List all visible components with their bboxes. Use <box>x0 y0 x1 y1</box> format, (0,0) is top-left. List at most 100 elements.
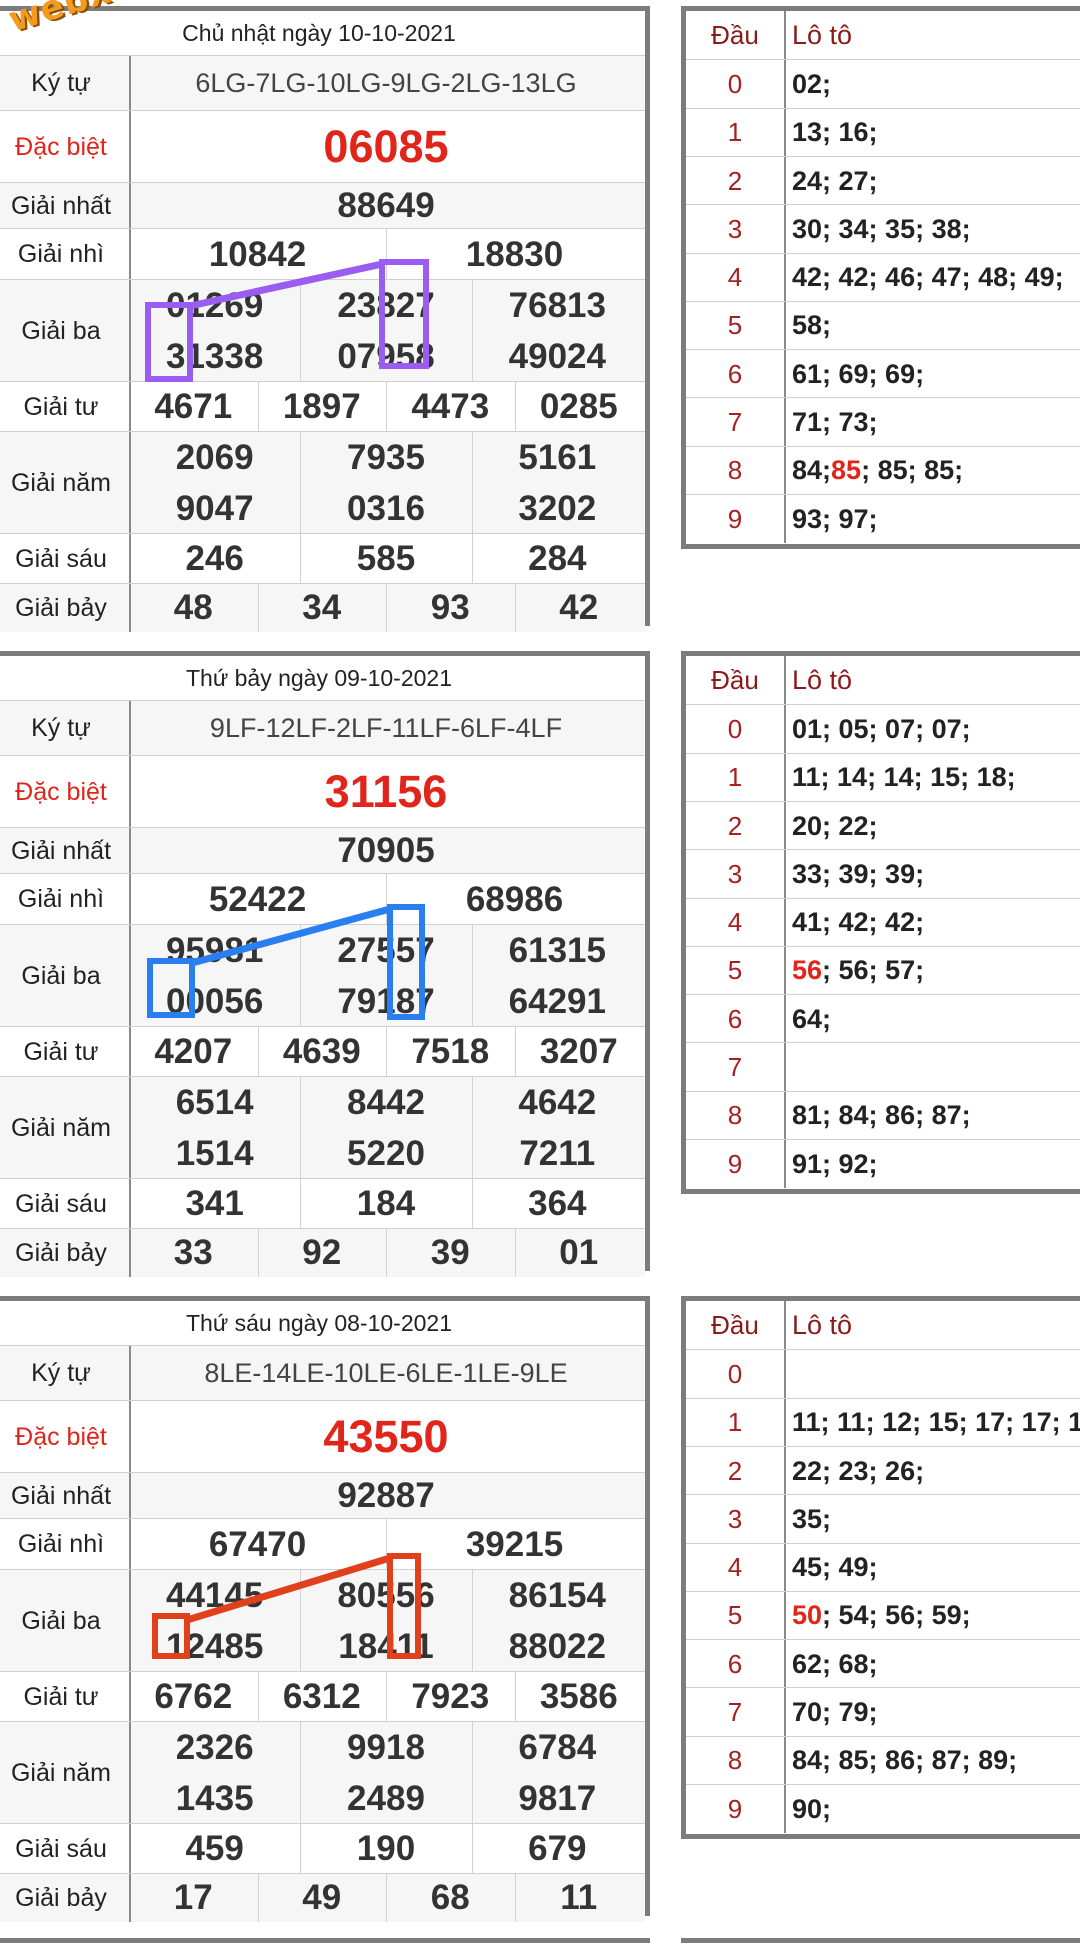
cell-divider <box>471 925 473 976</box>
prize-g6-number: 184 <box>356 1184 416 1223</box>
loto-values-post: 42; 42; 46; 47; 48; 49; <box>792 262 1064 293</box>
loto-values-post: 02; <box>792 68 832 99</box>
prize-row-g4: Giải tư 6762 6312 7923 3586 <box>0 1671 645 1722</box>
loto-header-row: Đầu Lô tô <box>686 1301 1080 1350</box>
loto-values: 01; 05; 07; 07; <box>792 705 1080 753</box>
prize-g3-number: 31338 <box>166 336 264 376</box>
loto-row: 8 81; 84; 86; 87; <box>686 1090 1080 1140</box>
prize-values-g5: 2326 9918 6784 1435 2489 9817 <box>129 1722 645 1824</box>
prize-values-kytu: 9LF-12LF-2LF-11LF-6LF-4LF <box>129 701 645 756</box>
loto-head-digit: 1 <box>686 108 786 157</box>
prize-g5-number: 2069 <box>175 437 254 477</box>
loto-head-digit: 6 <box>686 995 786 1044</box>
prize-g3-line: 12485 18411 88022 <box>129 1621 645 1672</box>
prize-g5-number: 1435 <box>175 1778 254 1818</box>
prize-g2-number: 10842 <box>208 234 307 274</box>
prize-g5-number: 7935 <box>347 437 425 477</box>
prize-g3-number: 27557 <box>337 930 435 970</box>
prize-g5-line: 6514 8442 4642 <box>129 1077 645 1128</box>
prize-values-g4: 6762 6312 7923 3586 <box>129 1672 645 1722</box>
prize-g4-number: 7518 <box>411 1032 490 1071</box>
prize-label-g1: Giải nhất <box>0 183 131 229</box>
prize-g5-number: 2326 <box>175 1727 254 1767</box>
cell-divider <box>300 1179 302 1229</box>
prize-g6-number: 364 <box>528 1184 587 1223</box>
prize-g7-number: 17 <box>173 1878 213 1917</box>
loto-values-post: ; 56; 57; <box>822 955 925 986</box>
prize-label-g4: Giải tư <box>0 1672 131 1722</box>
cell-divider <box>300 1722 302 1773</box>
prize-values-g4: 4671 1897 4473 0285 <box>129 382 645 432</box>
prize-g4-number: 6762 <box>154 1677 233 1716</box>
prize-g3-line: 01269 23827 76813 <box>129 280 645 331</box>
cell-divider <box>471 432 473 483</box>
prize-g3-number: 79187 <box>337 981 435 1021</box>
prize-g4-number: 3207 <box>539 1032 618 1071</box>
prize-row-g6: Giải sáu 246 585 284 <box>0 533 645 584</box>
prize-g6-number: 459 <box>185 1829 244 1868</box>
prize-values-g1: 88649 <box>129 183 645 229</box>
loto-header-row: Đầu Lô tô <box>686 11 1080 60</box>
cell-divider <box>514 584 516 632</box>
prize-label-g7: Giải bảy <box>0 584 131 632</box>
loto-header-row: Đầu Lô tô <box>686 656 1080 705</box>
prize-row-db: Đặc biệt 31156 <box>0 755 645 828</box>
prize-g3-line: 31338 07958 49024 <box>129 331 645 382</box>
prize-values-g6: 459 190 679 <box>129 1824 645 1874</box>
loto-values: 30; 34; 35; 38; <box>792 205 1080 253</box>
prize-label-g6: Giải sáu <box>0 1824 131 1874</box>
prize-g7-number: 48 <box>173 588 213 627</box>
prize-g3-number: 61315 <box>508 930 606 970</box>
prize-row-g4: Giải tư 4207 4639 7518 3207 <box>0 1026 645 1077</box>
loto-values-post: ; 85; 85; <box>861 455 964 486</box>
cell-divider <box>300 925 302 976</box>
prize-g4-line: 4671 1897 4473 0285 <box>129 382 645 432</box>
result-block-1: Thứ bảy ngày 09-10-2021 Ký tự 9LF-12LF-2LF… <box>0 645 1080 1277</box>
prize-g3-number: 23827 <box>337 285 435 325</box>
loto-values: 13; 16; <box>792 109 1080 157</box>
prize-g5-number: 5220 <box>347 1133 425 1173</box>
result-table: Chủ nhật ngày 10-10-2021 Ký tự 6LG-7LG-10L… <box>0 6 650 632</box>
prize-g6-number: 190 <box>356 1829 416 1868</box>
prize-g4-line: 6762 6312 7923 3586 <box>129 1672 645 1722</box>
prize-g3-line: 95981 27557 61315 <box>129 925 645 976</box>
loto-row: 2 20; 22; <box>686 800 1080 851</box>
cell-divider <box>300 1824 302 1874</box>
prize-g4-line: 4207 4639 7518 3207 <box>129 1027 645 1077</box>
prize-g2-line: 67470 39215 <box>129 1519 645 1570</box>
prize-g5-number: 2489 <box>347 1778 425 1818</box>
cell-divider <box>257 1027 259 1077</box>
cell-divider <box>300 534 302 584</box>
prize-g2-number: 67470 <box>208 1524 307 1564</box>
prize-values-g7: 48 34 93 42 <box>129 584 645 632</box>
prize-row-g2: Giải nhì 10842 18830 <box>0 228 645 280</box>
cell-divider <box>471 1570 473 1621</box>
loto-values: 71; 73; <box>792 398 1080 446</box>
prize-row-db: Đặc biệt 43550 <box>0 1400 645 1473</box>
loto-head-digit: 3 <box>686 205 786 254</box>
prize-label-g2: Giải nhì <box>0 1519 131 1570</box>
first-prize-number: 88649 <box>337 186 435 225</box>
loto-values: 24; 27; <box>792 157 1080 205</box>
loto-head-digit: 1 <box>686 753 786 802</box>
prize-g3-number: 80556 <box>337 1575 435 1615</box>
loto-values: 58; <box>792 302 1080 350</box>
result-block-0: Chủ nhật ngày 10-10-2021 Ký tự 6LG-7LG-10L… <box>0 0 1080 632</box>
prize-g5-line: 1514 5220 7211 <box>129 1128 645 1179</box>
loto-head-digit: 9 <box>686 1785 786 1834</box>
prize-g5-line: 1435 2489 9817 <box>129 1773 645 1824</box>
prize-g3-number: 76813 <box>508 285 606 325</box>
prize-g5-number: 1514 <box>175 1133 254 1173</box>
prize-g7-number: 11 <box>560 1878 598 1917</box>
prize-values-db: 06085 <box>129 111 645 183</box>
prize-row-g6: Giải sáu 459 190 679 <box>0 1823 645 1874</box>
loto-row: 1 11; 11; 12; 15; 17; 17; 18 <box>686 1397 1080 1447</box>
loto-values-post: 71; 73; <box>792 407 878 438</box>
prize-label-g5: Giải năm <box>0 1722 131 1824</box>
cell-divider <box>300 1128 302 1179</box>
loto-head-digit: 8 <box>686 446 786 495</box>
cell-divider <box>300 280 302 331</box>
prize-g3-number: 01269 <box>166 285 264 325</box>
prize-g5-line: 2069 7935 5161 <box>129 432 645 483</box>
prize-row-g2: Giải nhì 67470 39215 <box>0 1518 645 1570</box>
